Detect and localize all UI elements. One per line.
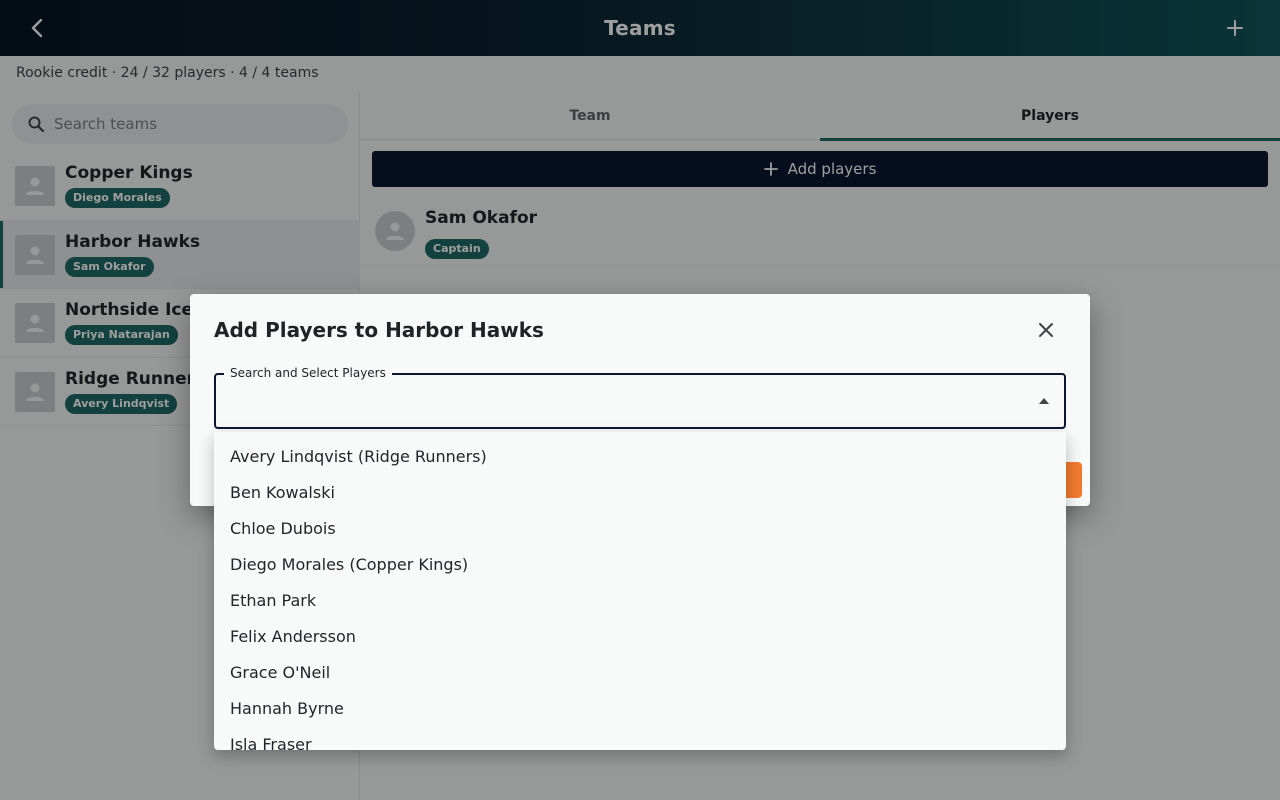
close-icon [1039, 323, 1053, 337]
option-item[interactable]: Diego Morales (Copper Kings) [214, 546, 1066, 582]
close-button[interactable] [1032, 316, 1060, 344]
option-item[interactable]: Hannah Byrne [214, 690, 1066, 726]
player-select-field[interactable]: Search and Select Players [214, 366, 1066, 429]
caret-up-icon[interactable] [1036, 393, 1052, 409]
player-search-input[interactable] [230, 389, 1010, 413]
dialog-title: Add Players to Harbor Hawks [214, 318, 544, 342]
option-item[interactable]: Ethan Park [214, 582, 1066, 618]
option-item[interactable]: Felix Andersson [214, 618, 1066, 654]
option-item[interactable]: Grace O'Neil [214, 654, 1066, 690]
select-label: Search and Select Players [224, 366, 392, 380]
option-item[interactable]: Isla Fraser [214, 726, 1066, 751]
option-item[interactable]: Ben Kowalski [214, 474, 1066, 510]
player-options-list: Avery Lindqvist (Ridge Runners) Ben Kowa… [214, 432, 1066, 750]
option-item[interactable]: Avery Lindqvist (Ridge Runners) [214, 438, 1066, 474]
option-item[interactable]: Chloe Dubois [214, 510, 1066, 546]
